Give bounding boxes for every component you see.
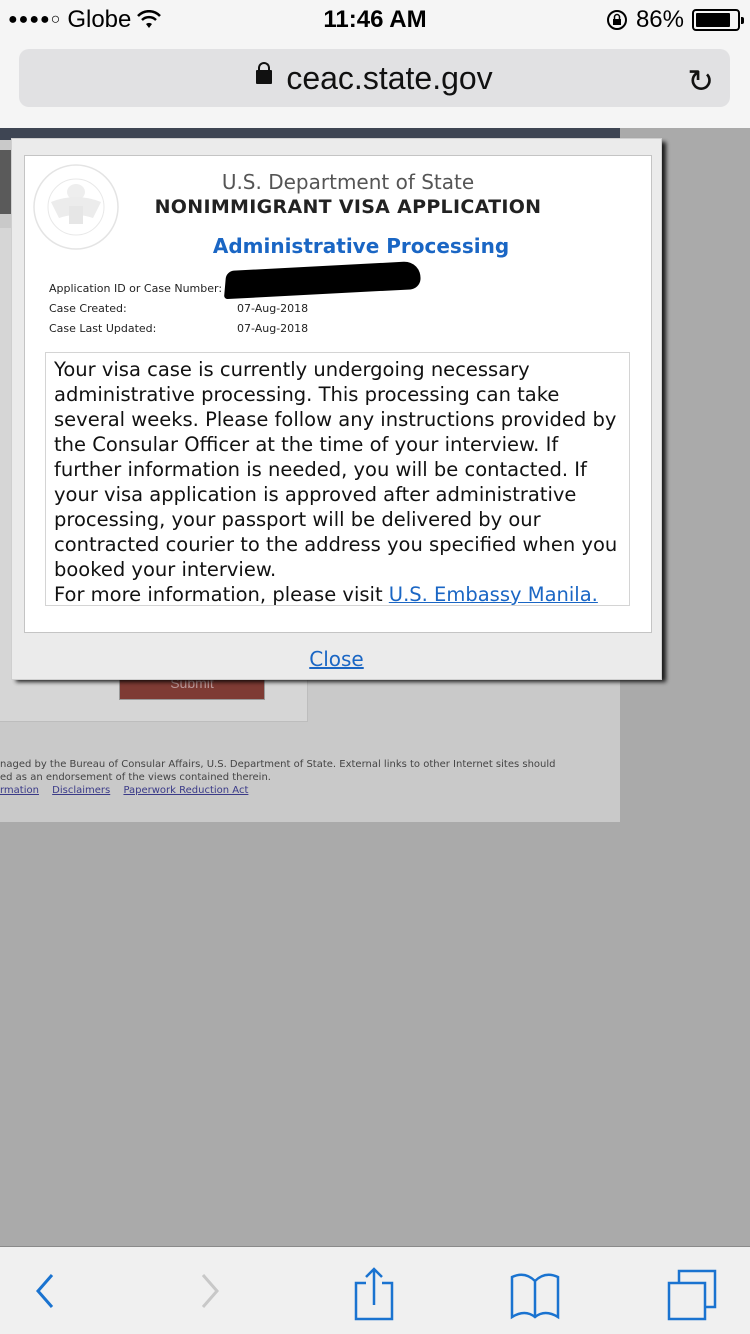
browser-toolbar (0, 1246, 750, 1334)
back-icon[interactable] (30, 1267, 60, 1315)
case-created-label: Case Created: (49, 302, 127, 315)
browser-chrome: ceac.state.gov ↻ (0, 40, 750, 128)
more-info-text: For more information, please visit (54, 583, 389, 606)
status-modal: U.S. Department of State NONIMMIGRANT VI… (11, 138, 662, 680)
case-number-label: Application ID or Case Number: (49, 282, 223, 295)
url-text[interactable]: ceac.state.gov (286, 60, 492, 97)
footer-link-disclaimers[interactable]: Disclaimers (52, 785, 110, 796)
embassy-link[interactable]: U.S. Embassy Manila. (389, 583, 598, 605)
reload-icon[interactable]: ↻ (687, 62, 714, 100)
footer-link-paperwork-reduction-act[interactable]: Paperwork Reduction Act (123, 785, 248, 796)
bookmarks-icon[interactable] (508, 1267, 562, 1321)
case-updated-value: 07-Aug-2018 (237, 322, 309, 335)
close-button[interactable]: Close (12, 647, 661, 671)
case-status-title: Administrative Processing (212, 234, 510, 258)
case-created-value: 07-Aug-2018 (237, 302, 309, 315)
application-title: NONIMMIGRANT VISA APPLICATION (154, 196, 542, 218)
redaction-mark (223, 260, 423, 300)
department-name: U.S. Department of State (221, 170, 475, 194)
status-bar: ●●●●○ Globe 11:46 AM 86% (0, 0, 750, 40)
forward-icon[interactable] (195, 1267, 225, 1315)
footer-link-information[interactable]: rmation (0, 785, 39, 796)
lock-icon (256, 62, 273, 90)
case-updated-row: Case Last Updated: 07-Aug-2018 (49, 322, 308, 335)
footer-text-line2: ed as an endorsement of the views contai… (0, 772, 271, 783)
page-footer: naged by the Bureau of Consular Affairs,… (0, 758, 556, 797)
case-number-row: Application ID or Case Number: (49, 282, 222, 295)
status-message: Your visa case is currently undergoing n… (54, 358, 618, 581)
tabs-icon[interactable] (666, 1267, 720, 1321)
battery-percent: 86% (635, 6, 684, 33)
footer-text-line1: naged by the Bureau of Consular Affairs,… (0, 759, 556, 770)
battery-icon (692, 9, 744, 31)
case-created-row: Case Created: 07-Aug-2018 (49, 302, 308, 315)
status-message-box[interactable]: Your visa case is currently undergoing n… (45, 352, 630, 606)
case-updated-label: Case Last Updated: (49, 322, 157, 335)
address-bar[interactable]: ceac.state.gov ↻ (19, 49, 730, 107)
rotation-lock-icon (606, 10, 627, 30)
share-icon[interactable] (352, 1267, 396, 1321)
modal-content: U.S. Department of State NONIMMIGRANT VI… (24, 155, 652, 633)
